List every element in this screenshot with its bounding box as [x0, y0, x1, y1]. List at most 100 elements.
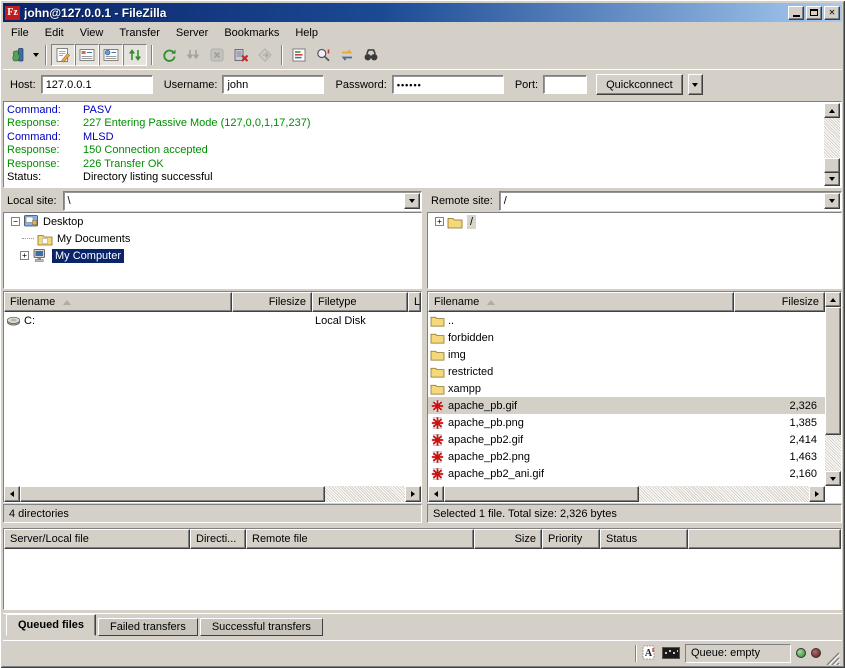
- local-site-dropdown-button[interactable]: [404, 193, 420, 209]
- minimize-button[interactable]: [788, 6, 804, 20]
- remote-site-dropdown-button[interactable]: [824, 193, 840, 209]
- column-priority[interactable]: Priority: [542, 529, 600, 549]
- file-row[interactable]: ..: [428, 312, 825, 329]
- column-filename[interactable]: Filename: [428, 292, 734, 312]
- scroll-down-button[interactable]: [825, 471, 841, 486]
- refresh-button[interactable]: [157, 44, 181, 66]
- menu-server[interactable]: Server: [168, 25, 216, 41]
- menu-help[interactable]: Help: [287, 25, 326, 41]
- resize-grip[interactable]: [826, 645, 840, 665]
- log-vertical-scrollbar[interactable]: [824, 103, 840, 186]
- image-file-icon: [430, 399, 445, 413]
- column-status[interactable]: Status: [600, 529, 688, 549]
- password-input[interactable]: [392, 75, 504, 94]
- scroll-right-button[interactable]: [405, 486, 421, 502]
- expand-icon[interactable]: +: [435, 217, 444, 226]
- tab-successful-transfers[interactable]: Successful transfers: [200, 618, 323, 636]
- file-size: 1,463: [733, 451, 825, 463]
- host-input[interactable]: [41, 75, 153, 94]
- disconnect-button[interactable]: [229, 44, 253, 66]
- reconnect-button[interactable]: [253, 44, 277, 66]
- quickconnect-dropdown-button[interactable]: [688, 74, 703, 95]
- tab-failed-transfers[interactable]: Failed transfers: [98, 618, 198, 636]
- scroll-down-button[interactable]: [824, 171, 840, 186]
- file-row[interactable]: img: [428, 346, 825, 363]
- remote-site-combo[interactable]: /: [499, 191, 842, 211]
- tab-queued-files[interactable]: Queued files: [6, 614, 96, 636]
- menu-view[interactable]: View: [72, 25, 112, 41]
- speed-limit-indicator-icon[interactable]: [662, 647, 680, 659]
- cancel-operation-button[interactable]: [205, 44, 229, 66]
- scroll-up-button[interactable]: [824, 103, 840, 118]
- maximize-button[interactable]: [806, 6, 822, 20]
- column-filesize[interactable]: Filesize: [232, 292, 312, 312]
- column-filename[interactable]: Filename: [4, 292, 232, 312]
- minimize-icon: [793, 15, 800, 17]
- scrollbar-thumb[interactable]: [444, 486, 639, 502]
- directory-filters-button[interactable]: [287, 44, 311, 66]
- folder-icon: [430, 365, 445, 378]
- scrollbar-thumb[interactable]: [20, 486, 325, 502]
- find-files-button[interactable]: [359, 44, 383, 66]
- process-queue-button[interactable]: [181, 44, 205, 66]
- file-row[interactable]: xampp: [428, 380, 825, 397]
- column-filesize[interactable]: Filesize: [734, 292, 825, 312]
- file-row[interactable]: apache_pb2.png1,463: [428, 448, 825, 465]
- close-button[interactable]: ✕: [824, 6, 840, 20]
- tree-item-my-computer[interactable]: + My Computer: [4, 247, 421, 264]
- file-row[interactable]: apache_pb.png1,385: [428, 414, 825, 431]
- port-input[interactable]: [543, 75, 587, 94]
- remote-vertical-scrollbar[interactable]: [825, 292, 841, 486]
- toggle-local-tree-button[interactable]: [75, 44, 99, 66]
- local-site-combo[interactable]: \: [63, 191, 422, 211]
- tree-item-my-documents[interactable]: My Documents: [4, 230, 421, 247]
- site-manager-dropdown-button[interactable]: [30, 44, 41, 66]
- file-size: 2,414: [733, 434, 825, 446]
- scrollbar-thumb[interactable]: [824, 158, 840, 173]
- column-server-local-file[interactable]: Server/Local file: [4, 529, 190, 549]
- collapse-icon[interactable]: −: [11, 217, 20, 226]
- synchronized-browsing-button[interactable]: [335, 44, 359, 66]
- arrow-left-icon: [10, 491, 14, 497]
- menu-transfer[interactable]: Transfer: [111, 25, 168, 41]
- column-filetype[interactable]: Filetype: [312, 292, 408, 312]
- tree-item-desktop[interactable]: − Desktop: [4, 213, 421, 230]
- scrollbar-thumb[interactable]: [825, 307, 841, 435]
- scroll-up-button[interactable]: [825, 292, 841, 307]
- file-row[interactable]: apache_pb2_ani.gif2,160: [428, 465, 825, 482]
- remote-horizontal-scrollbar[interactable]: [428, 486, 825, 502]
- username-input[interactable]: [222, 75, 324, 94]
- column-size[interactable]: Size: [474, 529, 542, 549]
- remote-site-value: /: [500, 195, 824, 207]
- toggle-remote-tree-button[interactable]: [99, 44, 123, 66]
- file-name: apache_pb.png: [448, 417, 733, 429]
- file-name: xampp: [448, 383, 733, 395]
- site-manager-button[interactable]: [6, 44, 30, 66]
- file-row[interactable]: apache_pb2.gif2,414: [428, 431, 825, 448]
- transfer-type-indicator-icon[interactable]: A: [642, 645, 657, 661]
- quickconnect-button[interactable]: Quickconnect: [596, 74, 683, 95]
- local-pane: Local site: \ − Desktop My Documents + M…: [3, 190, 422, 523]
- title-bar[interactable]: Fz john@127.0.0.1 - FileZilla ✕: [3, 3, 842, 22]
- file-row[interactable]: restricted: [428, 363, 825, 380]
- column-remote-file[interactable]: Remote file: [246, 529, 474, 549]
- file-row-local-disk[interactable]: C: Local Disk: [4, 312, 421, 329]
- toggle-message-log-button[interactable]: [51, 44, 75, 66]
- column-direction[interactable]: Directi...: [190, 529, 246, 549]
- local-horizontal-scrollbar[interactable]: [4, 486, 421, 502]
- quickconnect-button-label: Quickconnect: [606, 79, 673, 91]
- file-row-selected[interactable]: apache_pb.gif2,326: [428, 397, 825, 414]
- expand-icon[interactable]: +: [20, 251, 29, 260]
- directory-comparison-button[interactable]: [311, 44, 335, 66]
- menu-bookmarks[interactable]: Bookmarks: [216, 25, 287, 41]
- scroll-left-button[interactable]: [4, 486, 20, 502]
- file-row[interactable]: forbidden: [428, 329, 825, 346]
- column-last-modified[interactable]: L: [408, 292, 421, 312]
- scroll-left-button[interactable]: [428, 486, 444, 502]
- menu-file[interactable]: File: [3, 25, 37, 41]
- menu-edit[interactable]: Edit: [37, 25, 72, 41]
- tree-item-root[interactable]: + /: [428, 213, 841, 230]
- toggle-transfer-queue-button[interactable]: [123, 44, 147, 66]
- scroll-right-button[interactable]: [809, 486, 825, 502]
- process-queue-icon: [185, 47, 201, 63]
